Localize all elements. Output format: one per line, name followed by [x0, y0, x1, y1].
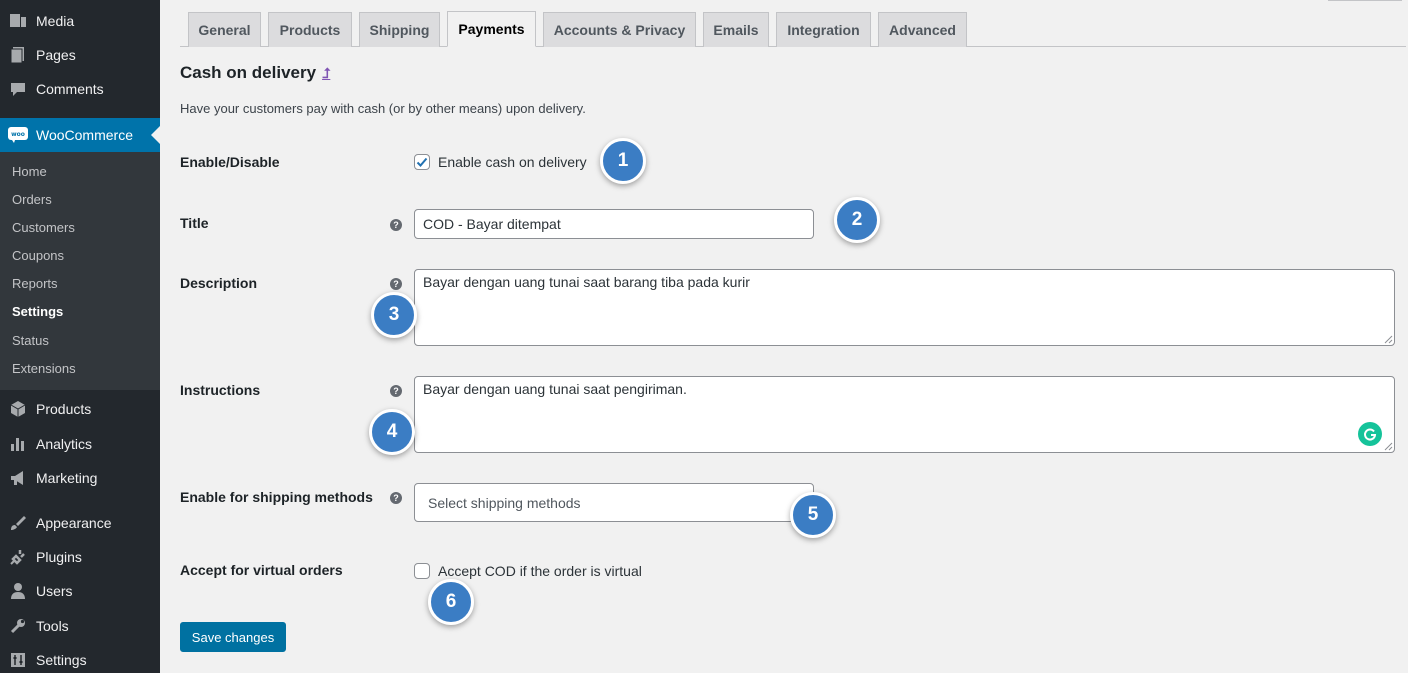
menu-woocommerce-label: WooCommerce [36, 127, 133, 143]
submenu-status[interactable]: Status [12, 331, 49, 351]
menu-users[interactable]: Users [0, 574, 160, 608]
annotation-badge-4: 4 [369, 409, 415, 455]
submenu-settings[interactable]: Settings [12, 302, 63, 322]
menu-plugins-label: Plugins [36, 549, 82, 565]
woocommerce-icon: woo [8, 125, 28, 145]
settings-icon [8, 650, 28, 670]
tools-icon [8, 616, 28, 636]
submenu-coupons[interactable]: Coupons [12, 246, 64, 266]
svg-text:woo: woo [11, 131, 25, 138]
admin-sidebar: Media Pages Comments woo WooCommerce Hom… [0, 0, 160, 673]
instructions-textarea-value: Bayar dengan uang tunai saat pengiriman. [423, 381, 687, 397]
menu-marketing[interactable]: Marketing [0, 461, 160, 495]
menu-media[interactable]: Media [0, 4, 160, 38]
title-input[interactable]: COD - Bayar ditempat [414, 209, 814, 239]
title-label: Title [180, 215, 209, 231]
pages-icon [8, 45, 28, 65]
enable-label: Enable/Disable [180, 154, 280, 170]
virtual-orders-checkbox-label[interactable]: Accept COD if the order is virtual [438, 563, 642, 579]
enable-cod-checkbox[interactable] [414, 154, 430, 170]
tab-general[interactable]: General [188, 12, 261, 47]
shipping-methods-placeholder: Select shipping methods [428, 494, 581, 511]
menu-users-label: Users [36, 583, 73, 599]
menu-settings[interactable]: Settings [0, 643, 160, 673]
resize-grip-icon[interactable] [1384, 335, 1393, 344]
annotation-badge-6: 6 [428, 579, 474, 625]
menu-products-label: Products [36, 401, 92, 417]
resize-grip-icon[interactable] [1384, 442, 1393, 451]
menu-settings-label: Settings [36, 652, 87, 668]
instructions-textarea[interactable]: Bayar dengan uang tunai saat pengiriman. [414, 376, 1395, 453]
page-description: Have your customers pay with cash (or by… [180, 101, 586, 116]
menu-pages-label: Pages [36, 47, 76, 63]
submenu-reports[interactable]: Reports [12, 274, 58, 294]
media-icon [8, 11, 28, 31]
menu-products[interactable]: Products [0, 392, 160, 426]
page-title-text: Cash on delivery [180, 63, 317, 82]
menu-appearance-label: Appearance [36, 515, 112, 531]
tab-emails[interactable]: Emails [703, 12, 769, 47]
menu-pages[interactable]: Pages [0, 38, 160, 72]
save-changes-button[interactable]: Save changes [180, 622, 286, 652]
tab-integration[interactable]: Integration [776, 12, 871, 47]
annotation-badge-5: 5 [790, 492, 836, 538]
menu-analytics[interactable]: Analytics [0, 427, 160, 461]
submenu-extensions[interactable]: Extensions [12, 359, 76, 379]
annotation-badge-3: 3 [371, 292, 417, 338]
shipping-methods-label: Enable for shipping methods [180, 489, 373, 505]
page-title: Cash on delivery ⮥ [180, 63, 330, 83]
description-label: Description [180, 275, 258, 291]
tab-shipping[interactable]: Shipping [359, 12, 440, 47]
menu-comments-label: Comments [36, 81, 104, 97]
menu-media-label: Media [36, 13, 75, 29]
menu-plugins[interactable]: Plugins [0, 540, 160, 574]
marketing-icon [8, 468, 28, 488]
instructions-label: Instructions [180, 382, 261, 398]
menu-marketing-label: Marketing [36, 470, 98, 486]
tab-products[interactable]: Products [268, 12, 352, 47]
users-icon [8, 581, 28, 601]
submenu-orders[interactable]: Orders [12, 190, 52, 210]
description-textarea[interactable]: Bayar dengan uang tunai saat barang tiba… [414, 269, 1395, 346]
title-help-icon[interactable]: ? [390, 219, 402, 231]
woocommerce-submenu [0, 152, 160, 390]
menu-tools-label: Tools [36, 618, 69, 634]
products-icon [8, 399, 28, 419]
tab-advanced[interactable]: Advanced [878, 12, 967, 47]
plugins-icon [8, 547, 28, 567]
grammarly-icon[interactable] [1358, 422, 1382, 446]
virtual-orders-checkbox[interactable] [414, 563, 430, 579]
shipping-methods-help-icon[interactable]: ? [390, 492, 402, 504]
tab-payments[interactable]: Payments [447, 11, 536, 47]
title-input-value: COD - Bayar ditempat [423, 216, 561, 232]
menu-comments[interactable]: Comments [0, 72, 160, 106]
shipping-methods-select[interactable]: Select shipping methods [414, 483, 814, 522]
submenu-home[interactable]: Home [12, 162, 47, 182]
annotation-badge-1: 1 [600, 138, 646, 184]
description-help-icon[interactable]: ? [390, 278, 402, 290]
appearance-icon [8, 513, 28, 533]
analytics-icon [8, 434, 28, 454]
virtual-orders-label: Accept for virtual orders [180, 562, 343, 578]
menu-woocommerce[interactable]: woo WooCommerce [0, 118, 160, 152]
tab-accounts-privacy[interactable]: Accounts & Privacy [543, 12, 696, 47]
menu-appearance[interactable]: Appearance [0, 506, 160, 540]
description-textarea-value: Bayar dengan uang tunai saat barang tiba… [423, 274, 750, 290]
comments-icon [8, 79, 28, 99]
top-border-fragment [1328, 0, 1402, 1]
menu-analytics-label: Analytics [36, 436, 93, 452]
back-to-payments-link[interactable]: ⮥ [322, 65, 330, 82]
instructions-help-icon[interactable]: ? [390, 385, 402, 397]
enable-cod-checkbox-label[interactable]: Enable cash on delivery [438, 154, 587, 170]
menu-tools[interactable]: Tools [0, 609, 160, 643]
annotation-badge-2: 2 [834, 197, 880, 243]
checkmark-icon [416, 157, 428, 167]
submenu-customers[interactable]: Customers [12, 218, 75, 238]
